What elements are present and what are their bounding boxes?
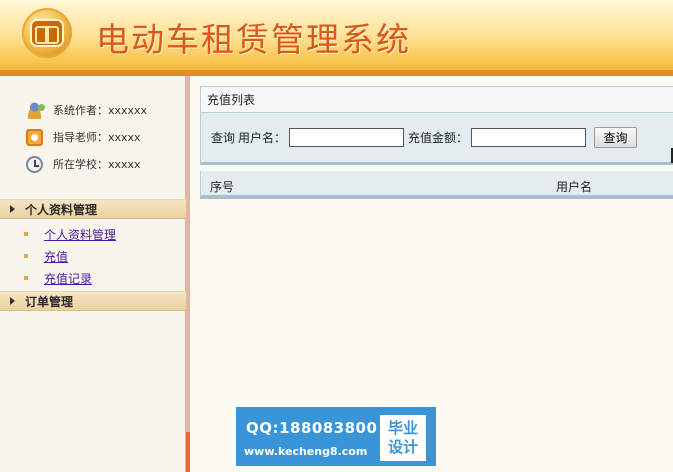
chevron-right-icon <box>10 205 15 213</box>
chevron-right-icon <box>10 297 15 305</box>
menu-item-label[interactable]: 充值 <box>44 248 68 265</box>
bullet-icon <box>24 232 28 236</box>
menu-item-recharge-history[interactable]: 充值记录 <box>24 270 92 286</box>
info-school: 所在学校：xxxxx <box>26 155 141 173</box>
info-author-label: 系统作者：xxxxxx <box>53 104 148 117</box>
username-label: 用户名： <box>238 131 287 145</box>
teacher-icon <box>26 128 43 146</box>
author-icon <box>26 101 45 119</box>
search-prefix-label: 查询 <box>211 131 236 145</box>
watermark-badge-line2: 设计 <box>387 438 418 456</box>
menu-group-label: 订单管理 <box>25 294 74 309</box>
menu-group-profile[interactable]: 个人资料管理 <box>0 199 186 219</box>
watermark: QQ:188083800 www.kecheng8.com 毕业 设计 <box>236 407 436 466</box>
table-header: 序号 用户名 <box>200 171 673 199</box>
query-button[interactable]: 查询 <box>594 127 638 148</box>
bullet-icon <box>24 254 28 258</box>
menu-item-label[interactable]: 充值记录 <box>44 270 92 287</box>
header-banner: 电动车租赁管理系统 <box>0 0 673 76</box>
amount-label: 充值金额： <box>408 131 469 145</box>
sidebar-divider <box>185 76 190 472</box>
panel-title: 充值列表 <box>200 86 673 113</box>
bullet-icon <box>24 276 28 280</box>
watermark-badge-line1: 毕业 <box>387 419 418 437</box>
info-teacher: 指导老师：xxxxx <box>26 128 141 146</box>
column-header-username: 用户名 <box>556 180 593 194</box>
sidebar-accent <box>186 432 190 472</box>
info-school-label: 所在学校：xxxxx <box>53 158 141 171</box>
recharge-panel: 充值列表 查询 用户名： 充值金额： 查询 序号 用户名 <box>200 86 673 202</box>
watermark-url: www.kecheng8.com <box>244 445 368 458</box>
menu-group-orders[interactable]: 订单管理 <box>0 291 186 311</box>
info-author: 系统作者：xxxxxx <box>26 101 147 119</box>
amount-input[interactable] <box>471 128 587 147</box>
menu-item-profile[interactable]: 个人资料管理 <box>24 226 116 242</box>
menu-item-recharge[interactable]: 充值 <box>24 248 68 264</box>
column-header-index: 序号 <box>210 180 235 194</box>
info-teacher-label: 指导老师：xxxxx <box>53 131 141 144</box>
watermark-qq: QQ:188083800 <box>246 419 378 437</box>
watermark-badge: 毕业 设计 <box>380 415 426 461</box>
menu-group-label: 个人资料管理 <box>25 202 98 217</box>
logo-icon <box>22 8 72 58</box>
app-title: 电动车租赁管理系统 <box>96 20 411 59</box>
search-bar: 查询 用户名： 充值金额： 查询 <box>200 113 673 165</box>
menu-item-label[interactable]: 个人资料管理 <box>44 226 116 243</box>
username-input[interactable] <box>289 128 405 147</box>
school-icon <box>26 155 43 173</box>
